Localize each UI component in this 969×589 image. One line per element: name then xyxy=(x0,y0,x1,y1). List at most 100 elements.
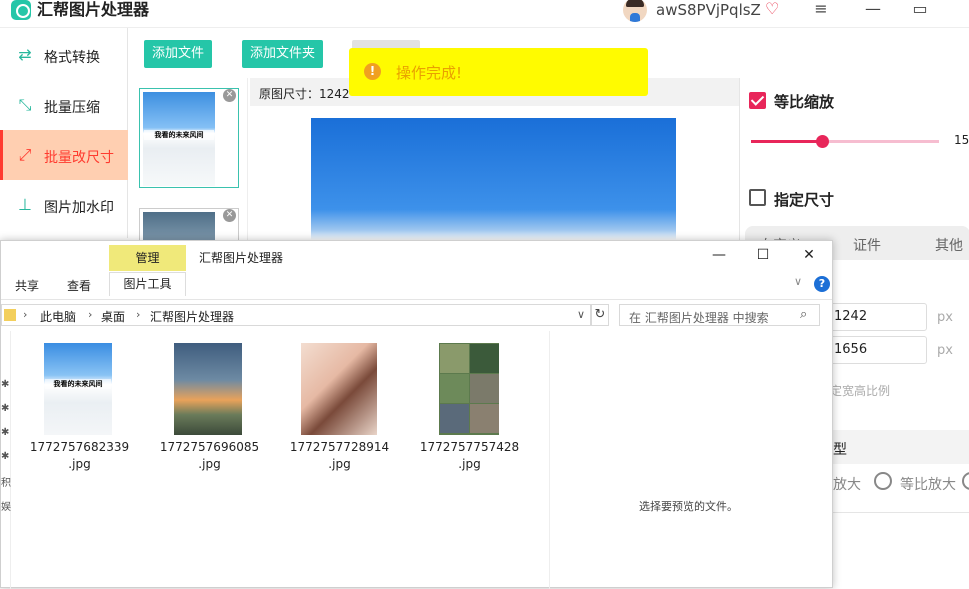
explorer-minimize-button[interactable]: — xyxy=(699,247,739,263)
breadcrumb-desktop[interactable]: 桌面 xyxy=(101,308,125,325)
thumbnail-list: 我看的未来风间 ✕ ✕ xyxy=(128,78,248,252)
original-size-text: 原图尺寸：1242 xyxy=(259,87,350,101)
file-thumbnail: 我看的未来风间 xyxy=(44,343,112,435)
thumbnail-caption: 我看的未来风间 xyxy=(45,379,111,389)
tab-share[interactable]: 共享 xyxy=(15,277,39,294)
vip-heart-icon[interactable]: ♡ xyxy=(765,0,779,18)
file-name: 1772757728914 .jpg xyxy=(287,439,392,473)
file-name: 1772757757428 .jpg xyxy=(417,439,522,473)
file-thumbnail xyxy=(439,343,499,435)
toast-message: 操作完成! xyxy=(396,64,463,82)
breadcrumb-folder[interactable]: 汇帮图片处理器 xyxy=(150,308,234,325)
fixed-size-checkbox[interactable] xyxy=(749,189,766,206)
thumbnail-image: 我看的未来风间 xyxy=(143,92,215,186)
divider xyxy=(825,512,969,513)
chevron-right-icon: › xyxy=(88,308,93,321)
add-file-button[interactable]: 添加文件 xyxy=(144,40,213,68)
tab-view[interactable]: 查看 xyxy=(67,277,91,294)
title-bar: 汇帮图片处理器 awS8PVjPqlsZ ♡ ≡ — ▭ xyxy=(0,0,969,28)
app-logo-icon xyxy=(11,0,31,20)
section-title: 型 xyxy=(833,442,847,458)
sidebar-item-label: 格式转换 xyxy=(44,50,100,66)
toast-notification: ! 操作完成! xyxy=(349,48,648,96)
sidebar-item-format-convert[interactable]: ⇄ 格式转换 xyxy=(0,30,128,80)
pin-icon[interactable]: ✱ xyxy=(1,379,9,390)
sidebar-item-resize[interactable]: ⤢ 批量改尺寸 xyxy=(0,130,128,180)
next-option-radio[interactable] xyxy=(962,472,969,490)
height-input[interactable]: 1656 xyxy=(827,336,927,364)
image-preview xyxy=(311,118,676,240)
sidebar-item-watermark[interactable]: ⊥ 图片加水印 xyxy=(0,180,128,230)
pin-icon[interactable]: ✱ xyxy=(1,451,9,462)
preview-message: 选择要预览的文件。 xyxy=(639,500,738,513)
help-icon[interactable]: ? xyxy=(814,276,830,292)
scale-slider[interactable] xyxy=(751,135,939,148)
file-name-line1: 1772757682339 xyxy=(29,440,130,454)
preview-pane: 选择要预览的文件。 xyxy=(549,331,832,589)
menu-button[interactable]: ≡ xyxy=(801,0,841,22)
nav-item[interactable]: 娱 xyxy=(1,498,11,513)
add-folder-button[interactable]: 添加文件夹 xyxy=(242,40,324,68)
file-name-line2: .jpg xyxy=(198,457,221,471)
proportional-enlarge-radio[interactable] xyxy=(874,472,892,490)
user-name[interactable]: awS8PVjPqlsZ xyxy=(656,0,761,20)
file-name: 1772757696085 .jpg xyxy=(157,439,262,473)
sidebar-item-compress[interactable]: ⤡ 批量压缩 xyxy=(0,80,128,130)
width-input[interactable]: 1242 xyxy=(827,303,927,331)
fixed-size-label: 指定尺寸 xyxy=(774,191,835,209)
app-window: 汇帮图片处理器 awS8PVjPqlsZ ♡ ≡ — ▭ ⇄ 格式转换 ⤡ 批量… xyxy=(0,0,969,589)
folder-icon xyxy=(4,309,16,321)
nav-item[interactable]: 积 xyxy=(1,474,11,489)
sidebar-item-label: 批量压缩 xyxy=(44,100,100,116)
chevron-down-icon[interactable]: ∨ xyxy=(794,275,802,288)
search-icon[interactable]: ⌕ xyxy=(800,307,807,322)
pin-icon[interactable]: ✱ xyxy=(1,403,9,414)
address-bar[interactable]: › 此电脑 › 桌面 › 汇帮图片处理器 ∨ xyxy=(1,304,591,326)
tab-manage[interactable]: 管理 xyxy=(109,245,186,271)
pin-icon[interactable]: ✱ xyxy=(1,427,9,438)
file-explorer-window: 管理 汇帮图片处理器 — ☐ ✕ 共享 查看 图片工具 ∨ ? › 此电脑 › … xyxy=(0,240,833,589)
compress-icon: ⤡ xyxy=(18,95,32,114)
explorer-title: 汇帮图片处理器 xyxy=(199,251,284,265)
app-title: 汇帮图片处理器 xyxy=(37,0,150,19)
file-name-line2: .jpg xyxy=(328,457,351,471)
file-thumbnail xyxy=(301,343,377,435)
refresh-button[interactable]: ↻ xyxy=(591,304,609,326)
user-avatar[interactable] xyxy=(623,0,647,22)
proportional-checkbox[interactable] xyxy=(749,92,766,109)
file-name: 1772757682339 .jpg xyxy=(27,439,132,473)
file-name-line1: 1772757696085 xyxy=(159,440,260,454)
file-name-line2: .jpg xyxy=(458,457,481,471)
file-thumbnail xyxy=(174,343,242,435)
radio-label-enlarge[interactable]: 放大 xyxy=(833,474,861,494)
minimize-button[interactable]: — xyxy=(853,0,893,22)
explorer-maximize-button[interactable]: ☐ xyxy=(743,247,783,263)
lock-ratio-label[interactable]: 定宽高比例 xyxy=(830,382,890,399)
file-name-line1: 1772757728914 xyxy=(289,440,390,454)
radio-label-proportional-enlarge[interactable]: 等比放大 xyxy=(900,474,956,494)
chevron-right-icon: › xyxy=(136,308,141,321)
address-dropdown-icon[interactable]: ∨ xyxy=(577,308,585,321)
proportional-label: 等比缩放 xyxy=(774,93,835,111)
scale-slider-handle[interactable] xyxy=(816,135,829,148)
remove-thumbnail-icon[interactable]: ✕ xyxy=(223,89,236,102)
tab-id-photo[interactable]: 证件 xyxy=(853,235,881,255)
breadcrumb-this-pc[interactable]: 此电脑 xyxy=(40,308,76,325)
navigation-pane: ✱ ✱ ✱ ✱ 积 娱 xyxy=(1,331,11,589)
file-name-line1: 1772757757428 xyxy=(419,440,520,454)
chevron-right-icon: › xyxy=(23,308,28,321)
tab-picture-tools[interactable]: 图片工具 xyxy=(109,272,186,296)
divider xyxy=(1,299,832,300)
scale-value: 15 xyxy=(954,133,969,147)
tab-other[interactable]: 其他 xyxy=(935,235,963,255)
sidebar: ⇄ 格式转换 ⤡ 批量压缩 ⤢ 批量改尺寸 ⊥ 图片加水印 xyxy=(0,28,128,238)
thumbnail-item[interactable]: 我看的未来风间 xyxy=(139,88,239,188)
format-convert-icon: ⇄ xyxy=(18,45,32,64)
maximize-button[interactable]: ▭ xyxy=(900,0,940,22)
search-placeholder: 在 汇帮图片处理器 中搜索 xyxy=(629,311,769,325)
resize-icon: ⤢ xyxy=(18,145,32,164)
remove-thumbnail-icon[interactable]: ✕ xyxy=(223,209,236,222)
search-input[interactable]: 在 汇帮图片处理器 中搜索 ⌕ xyxy=(619,304,820,326)
info-icon: ! xyxy=(364,63,381,80)
explorer-close-button[interactable]: ✕ xyxy=(789,247,829,263)
